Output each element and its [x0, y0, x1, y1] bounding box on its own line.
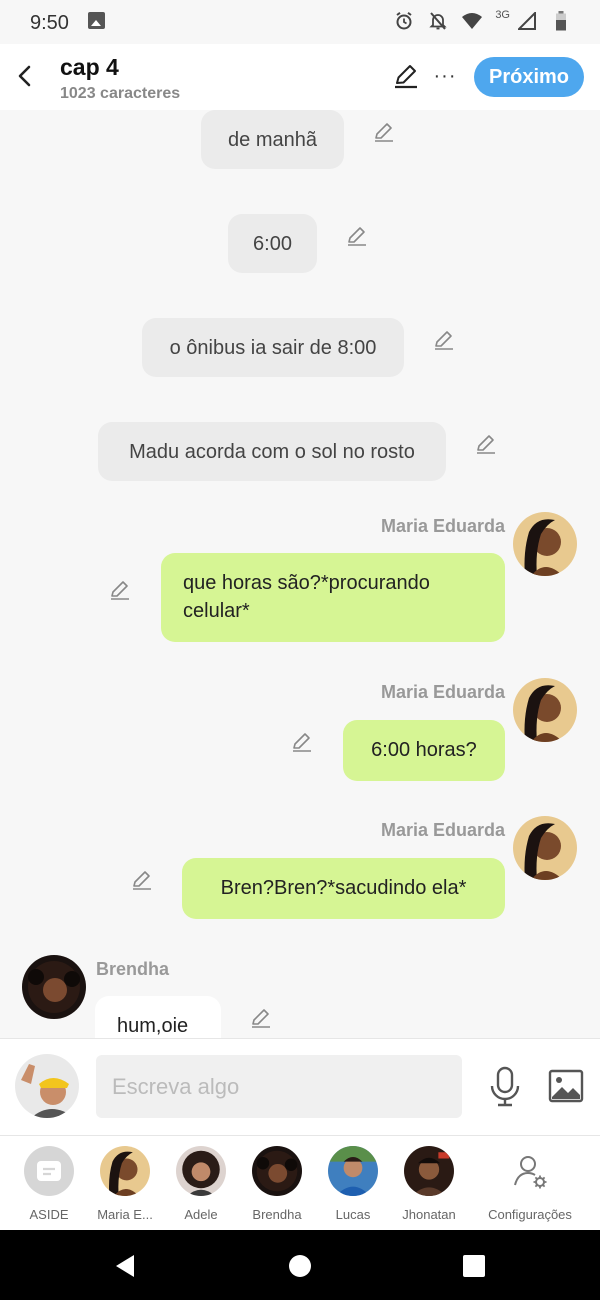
message-bubble-right[interactable]: Bren?Bren?*sacudindo ela* [182, 858, 505, 919]
character-selector: ASIDE Maria E... Adele Brendha Lucas Jho… [0, 1135, 600, 1230]
alarm-icon [393, 10, 415, 32]
image-notification-icon [88, 12, 105, 29]
character-label: Brendha [252, 1207, 302, 1222]
portrait-image [15, 1054, 79, 1118]
speaker-name: Maria Eduarda [380, 682, 505, 702]
microphone-icon [490, 1066, 520, 1107]
nav-back-icon[interactable] [112, 1252, 140, 1280]
compose-bar [0, 1038, 600, 1135]
message-bubble-right[interactable]: 6:00 horas? [343, 720, 505, 781]
character-label: ASIDE [29, 1207, 69, 1222]
character-label: Jhonatan [402, 1207, 456, 1222]
battery-icon [550, 10, 572, 32]
back-arrow-icon [18, 65, 31, 87]
avatar-maria-eduarda[interactable] [513, 816, 577, 880]
character-avatar [252, 1146, 302, 1196]
wifi-icon [461, 10, 483, 32]
avatar-maria-eduarda[interactable] [513, 678, 577, 742]
narration-bubble[interactable]: Madu acorda com o sol no rosto [98, 422, 446, 481]
portrait-image [513, 678, 577, 742]
portrait-image [513, 816, 577, 880]
narration-bubble[interactable]: 6:00 [228, 214, 317, 273]
nav-recents-icon[interactable] [460, 1252, 488, 1280]
edit-message-icon[interactable] [130, 868, 154, 892]
status-bar: 9:50 3G [0, 0, 600, 44]
character-avatar [328, 1146, 378, 1196]
aside-icon [24, 1146, 74, 1196]
current-character-avatar[interactable] [15, 1054, 79, 1118]
signal-icon [516, 10, 538, 32]
character-label: Adele [184, 1207, 218, 1222]
user-settings-icon [505, 1146, 555, 1196]
character-settings[interactable]: Configurações [482, 1146, 578, 1226]
message-input[interactable] [96, 1055, 462, 1118]
character-label: Lucas [335, 1207, 371, 1222]
more-options-button[interactable]: ··· [432, 62, 458, 90]
speaker-name: Maria Eduarda [380, 820, 505, 840]
speaker-name: Brendha [96, 959, 170, 979]
edit-message-icon[interactable] [372, 120, 396, 144]
back-button[interactable] [10, 58, 38, 94]
android-navigation-bar [0, 1230, 600, 1300]
character-avatar [100, 1146, 150, 1196]
nav-home-icon[interactable] [286, 1252, 314, 1280]
edit-message-icon[interactable] [249, 1006, 273, 1030]
next-button[interactable]: Próximo [474, 57, 584, 97]
more-dots-icon: ··· [433, 64, 457, 87]
character-aside[interactable]: ASIDE [11, 1146, 87, 1226]
character-label: Maria E... [97, 1207, 153, 1222]
character-avatar [404, 1146, 454, 1196]
character-brendha[interactable]: Brendha [239, 1146, 315, 1226]
avatar-maria-eduarda[interactable] [513, 512, 577, 576]
message-bubble-left[interactable]: hum,oie [95, 996, 221, 1038]
character-adele[interactable]: Adele [163, 1146, 239, 1226]
attach-image-button[interactable] [548, 1069, 584, 1103]
edit-message-icon[interactable] [345, 224, 369, 248]
narration-bubble[interactable]: de manhã [201, 110, 344, 169]
edit-message-icon[interactable] [432, 328, 456, 352]
character-count: 1023 caracteres [60, 85, 181, 102]
notifications-off-icon [427, 10, 449, 32]
status-icons: 3G [393, 9, 572, 32]
character-lucas[interactable]: Lucas [315, 1146, 391, 1226]
status-time: 9:50 [30, 12, 69, 34]
chapter-title: cap 4 [60, 54, 119, 80]
portrait-image [22, 955, 86, 1019]
message-bubble-right[interactable]: que horas são?*procurando celular* [161, 553, 505, 642]
edit-message-icon[interactable] [290, 730, 314, 754]
character-avatar [176, 1146, 226, 1196]
edit-message-icon[interactable] [474, 432, 498, 456]
chat-area[interactable]: de manhã 6:00 o ônibus ia sair de 8:00 M… [0, 110, 600, 1038]
speaker-name: Maria Eduarda [380, 516, 505, 536]
voice-input-button[interactable] [488, 1066, 522, 1108]
portrait-image [513, 512, 577, 576]
character-maria-eduarda[interactable]: Maria E... [87, 1146, 163, 1226]
image-icon [548, 1069, 584, 1103]
edit-message-icon[interactable] [108, 578, 132, 602]
narration-bubble[interactable]: o ônibus ia sair de 8:00 [142, 318, 404, 377]
pencil-icon [395, 65, 417, 89]
avatar-brendha[interactable] [22, 955, 86, 1019]
chat-header: cap 4 1023 caracteres ··· Próximo [0, 44, 600, 110]
character-jhonatan[interactable]: Jhonatan [391, 1146, 467, 1226]
character-label: Configurações [488, 1207, 572, 1222]
edit-title-button[interactable] [392, 62, 420, 90]
network-type-label: 3G [495, 9, 510, 21]
